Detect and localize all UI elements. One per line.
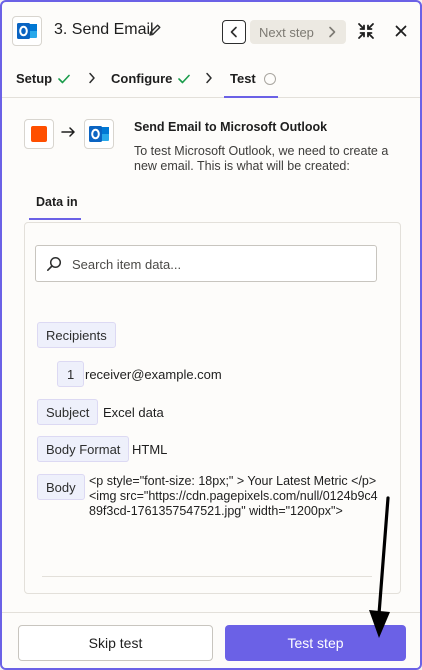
check-icon — [58, 74, 70, 83]
tab-test-label: Test — [230, 71, 256, 86]
microsoft-outlook-icon — [84, 119, 114, 149]
chevron-right-icon — [89, 72, 95, 84]
subject-value: Excel data — [103, 405, 164, 420]
intro-title: Send Email to Microsoft Outlook — [134, 120, 328, 134]
search-box[interactable] — [35, 245, 377, 282]
tab-configure[interactable]: Configure — [111, 71, 191, 86]
intro-description: To test Microsoft Outlook, we need to cr… — [134, 144, 389, 173]
tab-setup[interactable]: Setup — [16, 71, 70, 86]
next-step-button[interactable]: Next step — [250, 20, 346, 44]
recipient-index: 1 — [57, 361, 85, 387]
chevron-left-icon — [230, 26, 237, 38]
pending-circle-icon — [263, 72, 276, 85]
check-icon — [178, 74, 191, 83]
recipients-label: Recipients — [37, 322, 116, 348]
chevron-right-icon — [206, 72, 212, 84]
divider — [42, 576, 372, 577]
body-format-label: Body Format — [37, 436, 130, 462]
data-in-tab-indicator — [29, 218, 81, 220]
recipient-value: receiver@example.com — [85, 367, 222, 382]
annotation-arrow-icon — [369, 496, 390, 638]
previous-step-button[interactable] — [222, 20, 246, 44]
search-input[interactable] — [72, 255, 362, 273]
step-tabs: Setup Configure Test — [2, 60, 420, 98]
zapier-trigger-icon — [24, 119, 54, 149]
action-footer: Skip test Test step — [2, 612, 420, 668]
next-step-label: Next step — [259, 24, 314, 40]
tab-setup-label: Setup — [16, 71, 53, 86]
step-panel: 3. Send Email Next step Setup Configure … — [0, 0, 422, 670]
arrow-right-icon — [61, 127, 75, 137]
skip-test-button[interactable]: Skip test — [18, 625, 213, 661]
body-value: <p style="font-size: 18px;" > Your Lates… — [89, 474, 378, 518]
collapse-icon[interactable] — [357, 22, 375, 45]
close-icon[interactable] — [394, 24, 408, 43]
tab-test[interactable]: Test — [230, 71, 276, 86]
subject-label: Subject — [37, 399, 99, 425]
body-format-value: HTML — [132, 442, 168, 457]
step-title: 3. Send Email — [54, 21, 154, 38]
microsoft-outlook-icon — [12, 16, 42, 46]
chevron-right-icon — [329, 26, 336, 38]
edit-pencil-icon[interactable] — [148, 23, 162, 42]
body-label: Body — [37, 474, 85, 500]
step-header: 3. Send Email Next step — [2, 2, 420, 60]
search-icon — [47, 256, 62, 271]
tab-configure-label: Configure — [111, 71, 173, 86]
active-tab-indicator — [224, 96, 278, 98]
tab-data-in[interactable]: Data in — [36, 195, 78, 209]
